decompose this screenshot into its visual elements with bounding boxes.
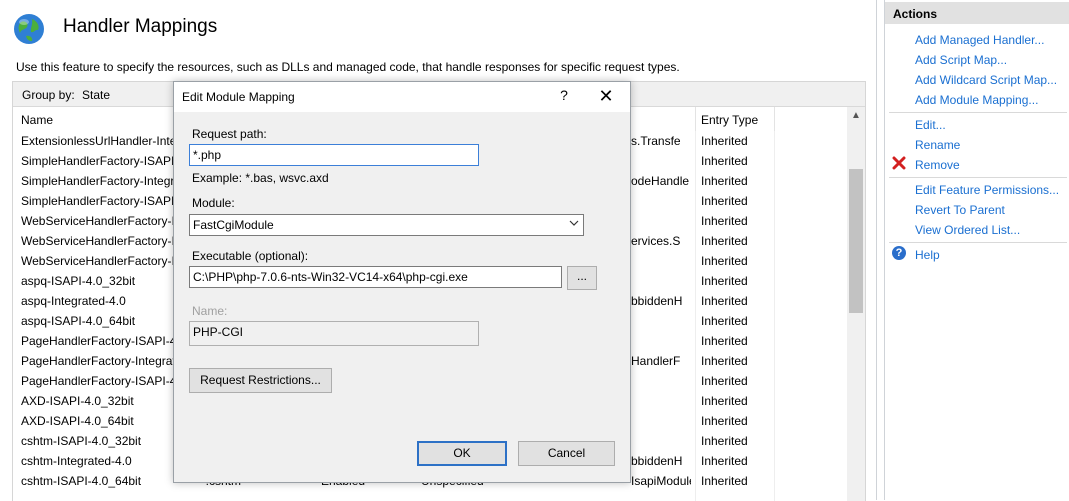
cell-name: aspq-Integrated-4.0 [21, 294, 126, 308]
actions-title: Actions [893, 7, 938, 21]
column-divider[interactable] [695, 107, 696, 131]
cell-name: AXD-ISAPI-4.0_32bit [21, 394, 134, 408]
cell-name: ExtensionlessUrlHandler-Integ [21, 134, 184, 148]
actions-panel: Actions Add Managed Handler... Add Scrip… [884, 0, 1069, 500]
request-path-example: Example: *.bas, wsvc.axd [192, 171, 329, 185]
scroll-thumb[interactable] [849, 169, 863, 313]
edit-module-mapping-dialog: Edit Module Mapping ? ✕ Request path: *.… [173, 81, 631, 483]
module-select[interactable]: FastCgiModule [189, 214, 584, 236]
action-edit[interactable]: Edit... [915, 118, 946, 132]
cancel-button[interactable]: Cancel [518, 441, 615, 466]
action-help[interactable]: Help [915, 248, 940, 262]
cell-name: PageHandlerFactory-ISAPI-4. [21, 334, 180, 348]
module-select-value: FastCgiModule [193, 218, 274, 232]
request-path-label: Request path: [192, 127, 267, 141]
cell-name: cshtm-ISAPI-4.0_32bit [21, 434, 142, 448]
cell-entry-type: Inherited [701, 174, 748, 188]
actions-divider [889, 242, 1067, 243]
cell-entry-type: Inherited [701, 194, 748, 208]
cell-name: SimpleHandlerFactory-Integr [21, 174, 175, 188]
name-label: Name: [192, 304, 228, 318]
cell-handler: bbiddenH [631, 294, 683, 308]
chevron-down-icon [569, 220, 579, 226]
cell-entry-type: Inherited [701, 474, 748, 488]
scroll-up-arrow-icon[interactable]: ▲ [850, 110, 862, 122]
cell-entry-type: Inherited [701, 414, 748, 428]
module-label: Module: [192, 196, 235, 210]
cell-name: SimpleHandlerFactory-ISAPI- [21, 154, 179, 168]
column-header-name[interactable]: Name [21, 113, 53, 127]
help-question-icon[interactable]: ? [554, 87, 574, 107]
close-icon[interactable]: ✕ [595, 86, 617, 108]
cell-entry-type: Inherited [701, 394, 748, 408]
cell-handler: bbiddenH [631, 454, 683, 468]
dialog-title: Edit Module Mapping [182, 90, 295, 104]
cell-name: AXD-ISAPI-4.0_64bit [21, 414, 134, 428]
cell-entry-type: Inherited [701, 234, 748, 248]
action-remove[interactable]: Remove [915, 158, 960, 172]
cell-handler: odeHandle [631, 174, 690, 188]
cell-name: WebServiceHandlerFactory-IS [21, 214, 183, 228]
cell-entry-type: Inherited [701, 374, 748, 388]
cell-entry-type: Inherited [701, 334, 748, 348]
vertical-scrollbar[interactable]: ▲ [847, 107, 865, 501]
cell-entry-type: Inherited [701, 354, 748, 368]
cell-name: aspq-ISAPI-4.0_32bit [21, 274, 136, 288]
group-by-dropdown[interactable]: State [82, 88, 110, 102]
globe-icon [14, 14, 44, 44]
cell-name: cshtm-Integrated-4.0 [21, 454, 132, 468]
column-header-entry-type[interactable]: Entry Type [701, 113, 758, 127]
actions-divider [889, 177, 1067, 178]
cell-entry-type: Inherited [701, 154, 748, 168]
cell-entry-type: Inherited [701, 134, 748, 148]
action-edit-feature-permissions[interactable]: Edit Feature Permissions... [915, 183, 1059, 197]
cell-name: PageHandlerFactory-Integrat [21, 354, 176, 368]
action-add-script-map[interactable]: Add Script Map... [915, 53, 1007, 67]
cell-name: cshtm-ISAPI-4.0_64bit [21, 474, 142, 488]
cell-entry-type: Inherited [701, 454, 748, 468]
cell-entry-type: Inherited [701, 274, 748, 288]
group-by-label: Group by: [22, 88, 75, 102]
cell-name: WebServiceHandlerFactory-IS [21, 254, 183, 268]
action-add-module-mapping[interactable]: Add Module Mapping... [915, 93, 1038, 107]
cell-handler: ervices.S [631, 234, 681, 248]
cell-entry-type: Inherited [701, 214, 748, 228]
cell-handler: IsapiModule [631, 474, 691, 488]
action-add-wildcard-script-map[interactable]: Add Wildcard Script Map... [915, 73, 1057, 87]
actions-divider [889, 112, 1067, 113]
executable-label: Executable (optional): [192, 249, 309, 263]
action-add-managed-handler[interactable]: Add Managed Handler... [915, 33, 1044, 47]
cell-handler: s.Transfe [631, 134, 681, 148]
action-rename[interactable]: Rename [915, 138, 960, 152]
help-icon: ? [892, 246, 906, 260]
cell-entry-type: Inherited [701, 254, 748, 268]
request-restrictions-button[interactable]: Request Restrictions... [189, 368, 332, 393]
actions-header: Actions [885, 2, 1069, 24]
action-revert-to-parent[interactable]: Revert To Parent [915, 203, 1005, 217]
cell-entry-type: Inherited [701, 314, 748, 328]
cell-handler: HandlerF [631, 354, 681, 368]
column-divider[interactable] [774, 107, 775, 131]
cell-name: WebServiceHandlerFactory-Ir [21, 234, 179, 248]
browse-button[interactable]: ... [567, 266, 597, 290]
request-path-input[interactable]: *.php [189, 144, 479, 166]
page-title: Handler Mappings [63, 16, 218, 37]
name-input[interactable]: PHP-CGI [189, 321, 479, 346]
page-description: Use this feature to specify the resource… [16, 60, 680, 74]
cell-name: PageHandlerFactory-ISAPI-4. [21, 374, 180, 388]
action-view-ordered-list[interactable]: View Ordered List... [915, 223, 1020, 237]
ok-button[interactable]: OK [417, 441, 507, 466]
cell-name: SimpleHandlerFactory-ISAPI- [21, 194, 179, 208]
executable-input[interactable]: C:\PHP\php-7.0.6-nts-Win32-VC14-x64\php-… [189, 266, 562, 288]
cell-entry-type: Inherited [701, 294, 748, 308]
remove-x-icon [892, 156, 906, 170]
cell-name: aspq-ISAPI-4.0_64bit [21, 314, 136, 328]
dialog-titlebar[interactable]: Edit Module Mapping ? ✕ [174, 82, 630, 112]
cell-entry-type: Inherited [701, 434, 748, 448]
